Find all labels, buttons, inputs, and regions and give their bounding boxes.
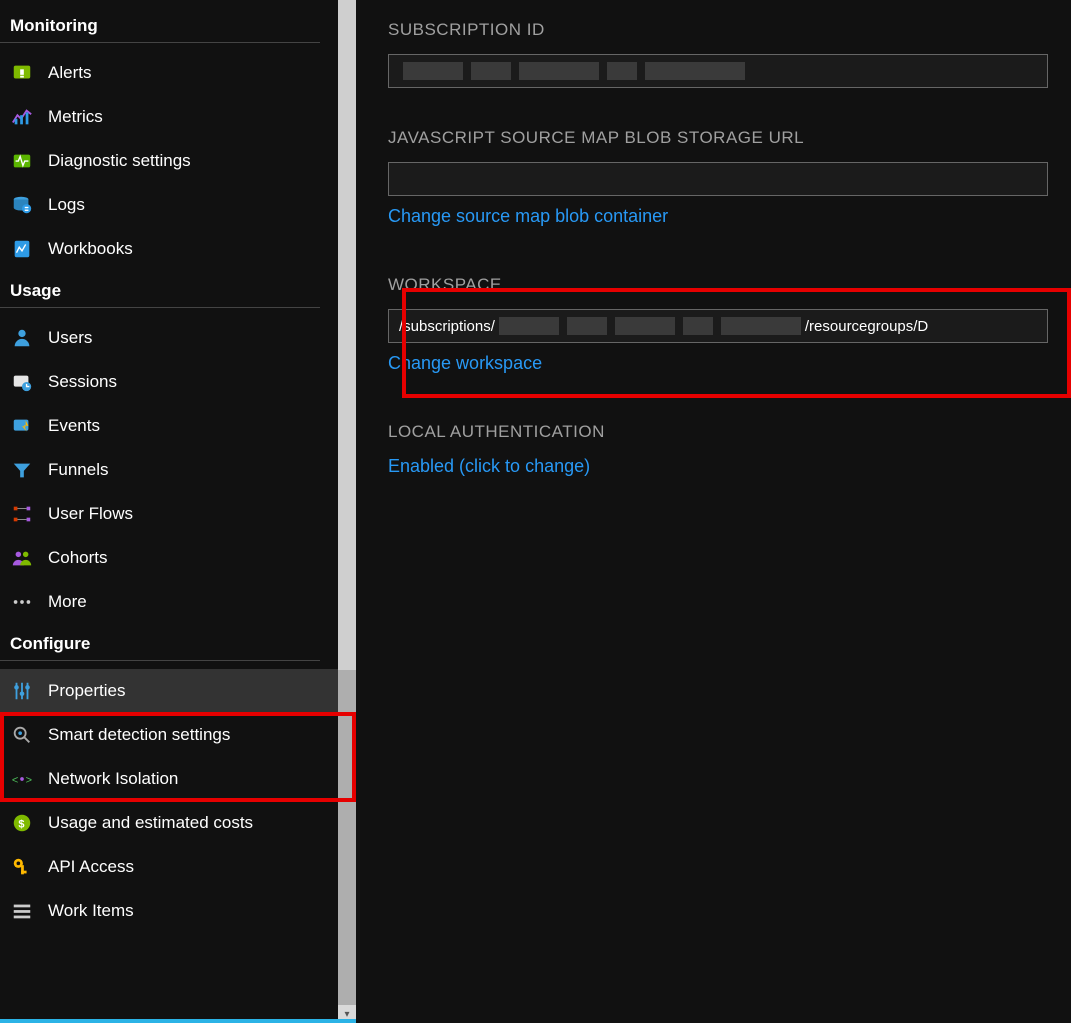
redacted-text [499,317,559,335]
sidebar-item-smart-detection[interactable]: Smart detection settings [0,713,338,757]
nav-label: Work Items [48,901,134,921]
footer-accent [0,1019,356,1023]
sidebar-item-properties[interactable]: Properties [0,669,338,713]
nav-label: Smart detection settings [48,725,230,745]
sourcemap-value[interactable] [388,162,1048,196]
svg-text:$: $ [18,819,24,831]
nav-label: Sessions [48,372,117,392]
localauth-label: LOCAL AUTHENTICATION [388,422,1071,442]
sidebar-item-api-access[interactable]: API Access [0,845,338,889]
svg-text:<: < [12,775,18,787]
cohorts-icon [10,546,34,570]
nav-label: Network Isolation [48,769,178,789]
section-usage: Usage [0,281,320,308]
nav-label: Diagnostic settings [48,151,191,171]
nav-label: User Flows [48,504,133,524]
nav-label: More [48,592,87,612]
sidebar-item-events[interactable]: Events [0,404,338,448]
sidebar-item-alerts[interactable]: Alerts [0,51,338,95]
alerts-icon [10,61,34,85]
properties-icon [10,679,34,703]
sidebar-item-cohorts[interactable]: Cohorts [0,536,338,580]
nav-label: Cohorts [48,548,108,568]
diagnostic-icon [10,149,34,173]
nav-label: Events [48,416,100,436]
redacted-text [567,317,607,335]
nav-label: Workbooks [48,239,133,259]
nav-label: Properties [48,681,125,701]
nav-label: Funnels [48,460,108,480]
redacted-text [519,62,599,80]
users-icon [10,326,34,350]
change-sourcemap-link[interactable]: Change source map blob container [388,206,1071,227]
redacted-text [607,62,637,80]
redacted-text [645,62,745,80]
sidebar-item-funnels[interactable]: Funnels [0,448,338,492]
localauth-link[interactable]: Enabled (click to change) [388,456,1071,477]
field-workspace: WORKSPACE /subscriptions/ /resourcegroup… [388,275,1071,374]
sidebar-item-workbooks[interactable]: Workbooks [0,227,338,271]
redacted-text [721,317,801,335]
network-icon: <> [10,767,34,791]
nav-label: Users [48,328,92,348]
sidebar: Monitoring Alerts Metrics Diagnostic set… [0,0,356,1023]
funnels-icon [10,458,34,482]
svg-text:>: > [26,775,32,787]
sourcemap-label: JAVASCRIPT SOURCE MAP BLOB STORAGE URL [388,128,1071,148]
main-panel: SUBSCRIPTION ID JAVASCRIPT SOURCE MAP BL… [356,0,1071,1023]
field-localauth: LOCAL AUTHENTICATION Enabled (click to c… [388,422,1071,477]
nav-label: Metrics [48,107,103,127]
nav-label: Alerts [48,63,91,83]
sidebar-item-metrics[interactable]: Metrics [0,95,338,139]
sidebar-item-logs[interactable]: Logs [0,183,338,227]
redacted-text [615,317,675,335]
smartdetect-icon [10,723,34,747]
workspace-suffix: /resourcegroups/D [805,318,928,335]
field-sourcemap: JAVASCRIPT SOURCE MAP BLOB STORAGE URL C… [388,128,1071,227]
workspace-label: WORKSPACE [388,275,1071,295]
nav-label: Usage and estimated costs [48,813,253,833]
section-configure: Configure [0,634,320,661]
userflows-icon [10,502,34,526]
subscription-id-label: SUBSCRIPTION ID [388,20,1071,40]
workbooks-icon [10,237,34,261]
change-workspace-link[interactable]: Change workspace [388,353,1071,374]
sidebar-item-network-isolation[interactable]: <> Network Isolation [0,757,338,801]
sidebar-item-usage-costs[interactable]: $ Usage and estimated costs [0,801,338,845]
sidebar-item-users[interactable]: Users [0,316,338,360]
sidebar-item-diagnostic[interactable]: Diagnostic settings [0,139,338,183]
nav-label: Logs [48,195,85,215]
logs-icon [10,193,34,217]
costs-icon: $ [10,811,34,835]
workspace-prefix: /subscriptions/ [399,318,495,335]
apikey-icon [10,855,34,879]
sidebar-item-sessions[interactable]: Sessions [0,360,338,404]
nav-label: API Access [48,857,134,877]
redacted-text [403,62,463,80]
section-monitoring: Monitoring [0,16,320,43]
more-icon [10,590,34,614]
sessions-icon [10,370,34,394]
redacted-text [683,317,713,335]
subscription-id-value[interactable] [388,54,1048,88]
metrics-icon [10,105,34,129]
workspace-value[interactable]: /subscriptions/ /resourcegroups/D [388,309,1048,343]
events-icon [10,414,34,438]
redacted-text [471,62,511,80]
sidebar-item-userflows[interactable]: User Flows [0,492,338,536]
sidebar-item-work-items[interactable]: Work Items [0,889,338,933]
sidebar-scrollbar[interactable]: ▾ [338,0,356,1023]
sidebar-item-more[interactable]: More [0,580,338,624]
workitems-icon [10,899,34,923]
field-subscription-id: SUBSCRIPTION ID [388,20,1071,88]
